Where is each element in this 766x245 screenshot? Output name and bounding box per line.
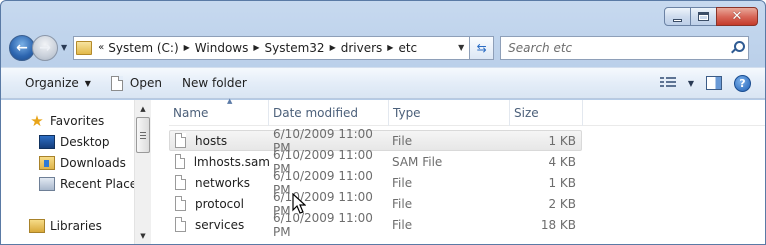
file-type: File: [392, 196, 413, 211]
folder-icon: [76, 40, 93, 55]
nav-libraries[interactable]: Libraries: [1, 215, 151, 236]
document-icon: [110, 75, 123, 91]
pane-splitter[interactable]: [151, 100, 169, 244]
breadcrumb-separator-icon[interactable]: ▶: [184, 43, 190, 52]
maximize-icon: [698, 12, 709, 21]
open-button[interactable]: Open: [101, 70, 172, 96]
caption-buttons: ✕: [664, 7, 758, 26]
breadcrumb-separator-icon[interactable]: ▶: [253, 43, 259, 52]
main-area: ★ Favorites Desktop Downloads Recent Pla…: [1, 97, 765, 244]
breadcrumb-system-c[interactable]: System (C:): [107, 41, 179, 55]
navigation-bar: ← → ▼ « System (C:) ▶ Windows ▶ System32…: [9, 34, 759, 61]
file-list: ▲ Name Date modified Type Size hosts 6/1…: [169, 97, 765, 244]
nav-item-label: Recent Places: [60, 176, 144, 191]
minimize-icon: [673, 18, 682, 22]
file-icon: [175, 175, 186, 190]
scroll-down-icon[interactable]: ▼: [135, 227, 151, 244]
file-name: services: [195, 217, 245, 232]
file-row[interactable]: services 6/10/2009 11:00 PM File 18 KB: [169, 211, 582, 239]
file-name: hosts: [195, 133, 228, 148]
sort-ascending-icon: ▲: [227, 97, 233, 105]
breadcrumb-separator-icon[interactable]: ▶: [330, 43, 336, 52]
breadcrumb-etc[interactable]: etc: [397, 41, 418, 55]
forward-button[interactable]: →: [32, 34, 58, 61]
file-type: File: [392, 133, 413, 148]
nav-libraries-label: Libraries: [50, 218, 102, 233]
file-icon: [175, 154, 185, 169]
recent-pages-dropdown[interactable]: ▼: [61, 43, 67, 52]
chevron-down-icon: ▼: [84, 78, 91, 88]
file-size: 2 KB: [548, 196, 576, 211]
organize-label: Organize: [25, 76, 79, 90]
breadcrumb-system32[interactable]: System32: [264, 41, 326, 55]
command-bar: Organize ▼ Open New folder ▼ ?: [1, 67, 765, 99]
views-dropdown-icon[interactable]: ▼: [688, 79, 694, 88]
new-folder-button[interactable]: New folder: [172, 70, 257, 96]
breadcrumb-separator-icon[interactable]: ▶: [387, 43, 393, 52]
help-icon[interactable]: ?: [734, 74, 751, 92]
minimize-button[interactable]: [664, 7, 691, 26]
refresh-button[interactable]: ⇆: [470, 35, 495, 60]
nav-item-downloads[interactable]: Downloads: [1, 152, 151, 173]
nav-item-recent-places[interactable]: Recent Places: [1, 173, 151, 194]
back-arrow-icon: ←: [16, 39, 28, 56]
maximize-button[interactable]: [690, 7, 717, 26]
search-box[interactable]: [500, 35, 750, 60]
file-name: networks: [195, 175, 250, 190]
breadcrumb-drivers[interactable]: drivers: [340, 41, 384, 55]
column-header-type[interactable]: Type: [389, 99, 510, 126]
file-date: 6/10/2009 11:00 PM: [273, 210, 373, 239]
file-size: 1 KB: [548, 175, 576, 190]
navigation-pane: ★ Favorites Desktop Downloads Recent Pla…: [1, 100, 151, 244]
explorer-window: ✕ ← → ▼ « System (C:) ▶ Windows ▶ System…: [0, 0, 766, 245]
star-icon: ★: [30, 111, 44, 130]
column-header-name[interactable]: Name: [169, 99, 269, 126]
refresh-icon: ⇆: [476, 40, 487, 55]
breadcrumb-overflow-chevron[interactable]: «: [98, 42, 104, 53]
close-button[interactable]: ✕: [716, 7, 758, 26]
file-icon: [175, 133, 186, 148]
change-view-icon[interactable]: [659, 77, 676, 89]
file-size: 4 KB: [548, 154, 576, 169]
file-name: protocol: [195, 196, 244, 211]
mouse-cursor-icon: [292, 193, 306, 214]
organize-menu-button[interactable]: Organize ▼: [15, 70, 101, 96]
column-header-size[interactable]: Size: [510, 99, 583, 126]
file-icon: [175, 217, 186, 232]
file-type: File: [392, 175, 413, 190]
nav-item-label: Desktop: [60, 134, 110, 149]
grip-icon: [140, 131, 146, 139]
search-icon[interactable]: [730, 40, 746, 55]
file-size: 1 KB: [548, 133, 576, 148]
preview-pane-icon[interactable]: [706, 76, 722, 90]
scroll-up-icon[interactable]: ▲: [135, 100, 151, 117]
search-input[interactable]: [508, 40, 709, 55]
close-icon: ✕: [731, 9, 743, 24]
nav-favorites-label: Favorites: [50, 113, 105, 128]
breadcrumb-windows[interactable]: Windows: [194, 41, 250, 55]
forward-arrow-icon: →: [39, 39, 51, 56]
recent-places-icon: [39, 176, 55, 191]
nav-item-label: Downloads: [60, 155, 126, 170]
nav-favorites[interactable]: ★ Favorites: [1, 110, 151, 131]
file-icon: [175, 196, 186, 211]
file-rows: hosts 6/10/2009 11:00 PM File 1 KB lmhos…: [169, 126, 765, 239]
file-name: lmhosts.sam: [193, 154, 270, 169]
desktop-icon: [39, 134, 55, 149]
nav-item-desktop[interactable]: Desktop: [1, 131, 151, 152]
file-size: 18 KB: [540, 217, 576, 232]
address-dropdown-icon[interactable]: ▼: [453, 43, 469, 52]
column-header-date-modified[interactable]: Date modified: [269, 99, 389, 126]
open-label: Open: [129, 76, 162, 90]
file-type: SAM File: [392, 154, 443, 169]
new-folder-label: New folder: [181, 76, 247, 90]
address-bar[interactable]: « System (C:) ▶ Windows ▶ System32 ▶ dri…: [73, 35, 471, 60]
libraries-icon: [29, 218, 45, 233]
scrollbar-thumb[interactable]: [136, 117, 150, 153]
downloads-icon: [39, 155, 55, 170]
navigation-scrollbar[interactable]: ▲ ▼: [134, 100, 151, 244]
column-header-row: ▲ Name Date modified Type Size: [169, 97, 765, 126]
file-type: File: [392, 217, 413, 232]
